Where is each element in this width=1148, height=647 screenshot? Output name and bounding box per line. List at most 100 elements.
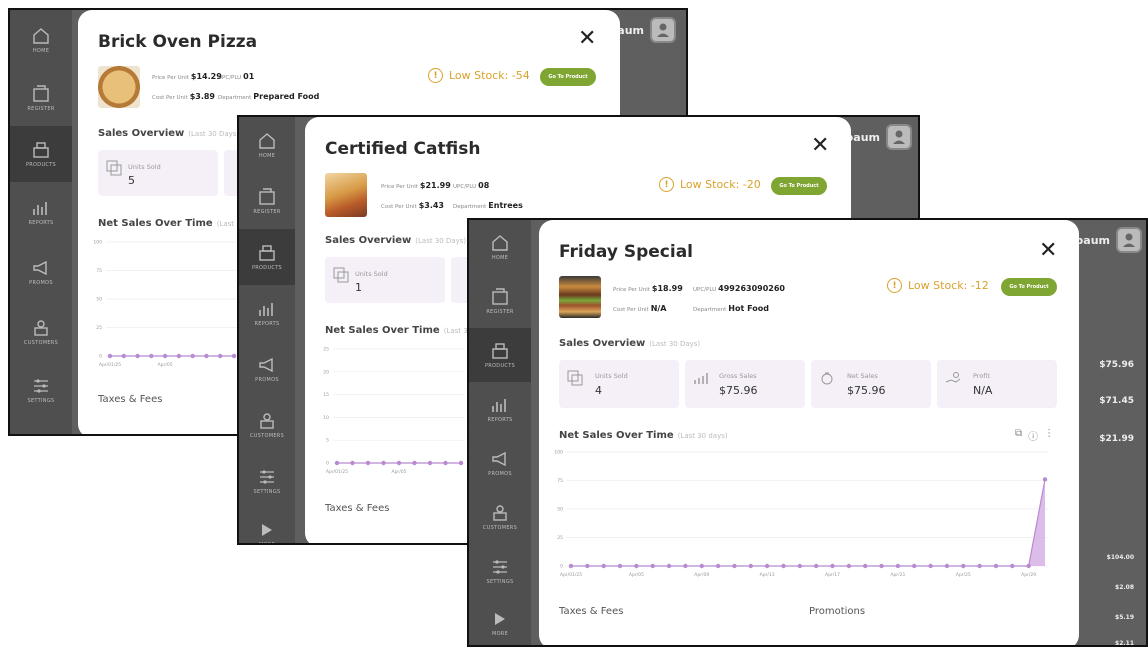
go-to-product-button[interactable]: Go To Product — [771, 177, 827, 195]
products-icon — [33, 142, 49, 158]
department: Department Prepared Food — [218, 92, 320, 101]
low-stock-warning: ! Low Stock: -12 — [887, 278, 989, 293]
data-point — [617, 563, 623, 569]
data-point — [107, 353, 113, 359]
low-stock-warning: ! Low Stock: -54 — [428, 68, 530, 83]
customers-icon — [34, 320, 48, 336]
y-tick-label: 100 — [93, 240, 102, 246]
data-point — [895, 563, 901, 569]
nav-label: MORE — [491, 631, 509, 637]
nav-reports[interactable]: REPORTS — [10, 182, 72, 242]
nav-products[interactable]: PRODUCTS — [10, 126, 72, 182]
nav-label: PROMOS — [29, 280, 53, 286]
card-value: 1 — [355, 281, 362, 294]
y-tick-label: 10 — [323, 415, 329, 421]
customers-icon — [260, 413, 274, 429]
nav-promos[interactable]: PROMOS — [239, 341, 295, 397]
data-point — [176, 353, 182, 359]
bg-price: $71.45 — [1099, 396, 1134, 406]
x-tick-label: Apr/01/25 — [560, 572, 582, 578]
nav-products[interactable]: PRODUCTS — [469, 328, 531, 382]
y-tick-label: 0 — [560, 564, 563, 570]
nav-customers[interactable]: CUSTOMERS — [239, 397, 295, 453]
card-label: Units Sold — [595, 372, 628, 380]
nav-settings[interactable]: SETTINGS — [239, 453, 295, 509]
user-name: baum — [1075, 233, 1110, 247]
nav-reports[interactable]: REPORTS — [469, 382, 531, 436]
nav-promos[interactable]: PROMOS — [10, 242, 72, 302]
product-image — [325, 173, 367, 217]
nav-label: PROMOS — [488, 471, 512, 477]
home-icon — [33, 28, 49, 44]
nav-more[interactable]: MORE — [469, 598, 531, 645]
nav-promos[interactable]: PROMOS — [469, 436, 531, 490]
reports-icon — [492, 399, 506, 412]
nav-label: CUSTOMERS — [249, 433, 285, 439]
taxes-fees-heading: Taxes & Fees — [325, 503, 390, 514]
modal-title: Brick Oven Pizza — [98, 32, 258, 52]
box-icon — [333, 267, 349, 283]
warning-icon: ! — [428, 68, 443, 83]
nav-label: REGISTER — [486, 309, 514, 315]
avatar[interactable] — [886, 124, 912, 150]
nav-label: MORE — [258, 542, 276, 545]
data-point — [1010, 563, 1015, 569]
avatar[interactable] — [1116, 227, 1142, 253]
x-tick-label: Apr/05 — [629, 572, 644, 578]
upc-plu: UPC/PLU 01 — [218, 72, 255, 81]
warning-icon: ! — [659, 177, 674, 192]
info-icon[interactable]: ⓘ — [1028, 428, 1038, 443]
data-point — [231, 353, 237, 359]
data-point — [977, 563, 982, 569]
data-point — [204, 353, 209, 359]
close-button[interactable]: ✕ — [811, 135, 829, 157]
data-point — [458, 460, 464, 466]
data-point — [912, 563, 917, 569]
nav-settings[interactable]: SETTINGS — [10, 362, 72, 418]
go-to-product-button[interactable]: Go To Product — [540, 68, 596, 86]
external-link-icon[interactable]: ⧉ — [1015, 428, 1022, 443]
close-button[interactable]: ✕ — [578, 28, 596, 50]
nav-register[interactable]: REGISTER — [10, 70, 72, 126]
price-per-unit: Price Per Unit $14.29 — [152, 72, 222, 81]
nav-customers[interactable]: CUSTOMERS — [469, 490, 531, 544]
products-icon — [492, 343, 508, 359]
nav-home[interactable]: HOME — [469, 220, 531, 274]
nav-label: REPORTS — [254, 321, 280, 327]
products-icon — [259, 245, 275, 261]
nav-home[interactable]: HOME — [239, 117, 295, 173]
cost-per-unit: Cost Per Unit $3.43 — [381, 201, 444, 210]
avatar[interactable] — [650, 17, 676, 43]
nav-label: SETTINGS — [253, 489, 281, 495]
close-button[interactable]: ✕ — [1039, 240, 1057, 262]
nav-register[interactable]: REGISTER — [239, 173, 295, 229]
nav-more[interactable]: MORE — [239, 509, 295, 545]
nav-customers[interactable]: CUSTOMERS — [10, 302, 72, 362]
x-tick-label: Apr/13 — [760, 572, 775, 578]
x-tick-label: Apr/05 — [158, 362, 173, 368]
sales-overview-heading: Sales Overview (Last 30 Days) — [98, 128, 240, 139]
nav-products[interactable]: PRODUCTS — [239, 229, 295, 285]
x-tick-label: Apr/01/25 — [99, 362, 121, 368]
nav-settings[interactable]: SETTINGS — [469, 544, 531, 598]
nav-register[interactable]: REGISTER — [469, 274, 531, 328]
nav-reports[interactable]: REPORTS — [239, 285, 295, 341]
data-point — [683, 563, 688, 569]
play-icon — [495, 613, 505, 625]
nav-label: CUSTOMERS — [482, 525, 518, 531]
data-point — [121, 353, 126, 359]
data-point — [781, 563, 786, 569]
y-tick-label: 50 — [96, 297, 102, 303]
data-point — [764, 563, 770, 569]
more-vertical-icon[interactable]: ⋮ — [1044, 428, 1054, 443]
net-sales-chart: 25 20 15 10 5 0 Apr/01/25 Apr/05 — [319, 339, 469, 479]
data-point — [928, 563, 933, 569]
sliders-icon — [493, 560, 507, 574]
data-point — [961, 563, 966, 569]
promotions-heading: Promotions — [809, 606, 866, 617]
nav-home[interactable]: HOME — [10, 10, 72, 70]
data-point — [585, 563, 590, 569]
data-point — [993, 563, 999, 569]
go-to-product-button[interactable]: Go To Product — [1001, 278, 1057, 296]
data-point — [797, 563, 803, 569]
